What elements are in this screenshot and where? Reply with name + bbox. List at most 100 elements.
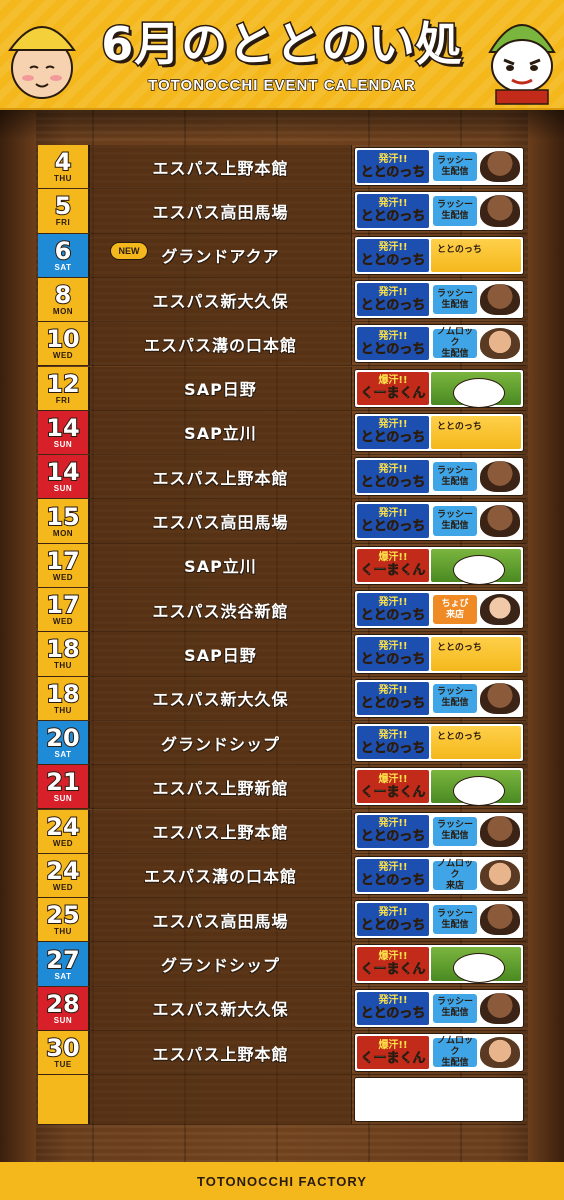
day-of-week: TUE bbox=[54, 1060, 72, 1070]
event-banner[interactable]: 発汗!! ととのっち ラッシー 生配信 bbox=[354, 279, 524, 320]
venue-name: グランドシップ bbox=[160, 734, 280, 754]
totonocchi-logo: 発汗!! ととのっち bbox=[357, 460, 429, 494]
logo-main-text: ととのっち bbox=[360, 696, 426, 712]
venue-name: エスパス新大久保 bbox=[152, 291, 289, 311]
logo-top-text: 爆汗!! bbox=[378, 951, 408, 963]
event-banner[interactable]: 発汗!! ととのっち ラッシー 生配信 bbox=[354, 678, 524, 718]
event-banner[interactable]: 発汗!! ととのっち ととのっち bbox=[354, 235, 524, 275]
date-cell: 18 THU bbox=[38, 676, 90, 720]
date-number: 14 bbox=[45, 458, 80, 487]
venue-cell: エスパス上野本館 bbox=[90, 809, 352, 853]
event-banner[interactable]: 爆汗!! くーまくん bbox=[354, 944, 524, 984]
date-number: 8 bbox=[54, 281, 73, 310]
date-number: 18 bbox=[45, 679, 80, 708]
streamer-label: ちょび 来店 bbox=[433, 595, 477, 625]
day-of-week: SUN bbox=[53, 484, 73, 494]
totonocchi-logo: 発汗!! ととのっち bbox=[357, 593, 429, 627]
logo-top-text: 発汗!! bbox=[378, 153, 408, 165]
date-number: 6 bbox=[54, 236, 73, 265]
event-banner[interactable]: 発汗!! ととのっち ラッシー 生配信 bbox=[354, 811, 524, 851]
venue-cell: エスパス新大久保 bbox=[90, 277, 352, 322]
event-row: 14 SUN エスパス上野本館 発汗!! ととのっち ラッシー 生配信 bbox=[38, 455, 526, 500]
event-banner[interactable]: 発汗!! ととのっち ラッシー 生配信 bbox=[354, 191, 524, 231]
totonocchi-logo: 発汗!! ととのっち bbox=[357, 681, 429, 715]
logo-top-text: 発汗!! bbox=[378, 995, 408, 1007]
totonocchi-logo: 発汗!! ととのっち bbox=[357, 991, 429, 1025]
event-banner[interactable]: 発汗!! ととのっち ノムロック 来店 bbox=[354, 855, 524, 896]
event-banner[interactable]: 発汗!! ととのっち ととのっち bbox=[354, 412, 524, 453]
event-banner[interactable]: 爆汗!! くーまくん bbox=[354, 545, 524, 585]
date-number: 5 bbox=[54, 192, 73, 221]
event-banner[interactable]: 発汗!! ととのっち ととのっち bbox=[354, 722, 524, 763]
streamer-label-line: 生配信 bbox=[441, 349, 469, 360]
date-number: 4 bbox=[54, 148, 73, 177]
streamer-label-line: 生配信 bbox=[441, 831, 469, 842]
date-number: 18 bbox=[45, 635, 80, 664]
person-avatar-icon bbox=[480, 195, 520, 227]
day-of-week: WED bbox=[52, 838, 74, 848]
venue-cell: エスパス渋谷新館 bbox=[90, 588, 352, 632]
logo-main-text: ととのっち bbox=[360, 607, 426, 623]
streamer-label-line: 生配信 bbox=[441, 919, 469, 930]
event-row: 5 FRI エスパス高田馬場 発汗!! ととのっち ラッシー 生配信 bbox=[38, 189, 526, 234]
logo-main-text: ととのっち bbox=[360, 253, 426, 269]
totonocchi-logo: 発汗!! ととのっち bbox=[357, 282, 429, 317]
totonocchi-logo: 発汗!! ととのっち bbox=[357, 725, 429, 760]
logo-main-text: くーまくん bbox=[360, 386, 426, 402]
empty-banner-cell bbox=[354, 1077, 524, 1123]
streamer-label-line: 来店 bbox=[445, 880, 464, 891]
date-number: 25 bbox=[45, 901, 80, 930]
date-cell: 5 FRI bbox=[38, 189, 90, 233]
date-number: 17 bbox=[45, 546, 80, 575]
logo-top-text: 発汗!! bbox=[378, 286, 408, 298]
date-cell: 6 SAT bbox=[38, 233, 90, 277]
event-row: 28 SUN エスパス新大久保 発汗!! ととのっち ラッシー 生配信 bbox=[38, 986, 526, 1031]
kumakun-logo: 爆汗!! くーまくん bbox=[357, 770, 429, 804]
date-number: 27 bbox=[45, 945, 80, 974]
person-avatar-icon bbox=[480, 992, 520, 1024]
venue-name: エスパス高田馬場 bbox=[152, 911, 289, 931]
streamer-label-line: ラッシー bbox=[436, 288, 473, 299]
kumakun-face-icon bbox=[431, 371, 521, 407]
streamer-label: ラッシー 生配信 bbox=[433, 816, 477, 846]
footer: TOTONOCCHI FACTORY bbox=[0, 1162, 564, 1200]
event-row: 12 FRI SAP日野 爆汗!! くーまくん bbox=[38, 366, 526, 411]
date-cell: 14 SUN bbox=[38, 410, 90, 455]
venue-name: エスパス上野本館 bbox=[152, 823, 289, 843]
logo-main-text: くーまくん bbox=[360, 1050, 426, 1066]
date-cell: 25 THU bbox=[38, 898, 90, 942]
streamer-label-line: 生配信 bbox=[441, 476, 469, 487]
day-of-week: MON bbox=[52, 307, 74, 317]
date-cell: 15 MON bbox=[38, 499, 90, 543]
event-banner[interactable]: 爆汗!! くーまくん bbox=[354, 368, 524, 408]
event-banner[interactable]: 発汗!! ととのっち ラッシー 生配信 bbox=[354, 988, 524, 1028]
totonocchi-logo: 発汗!! ととのっち bbox=[357, 858, 429, 893]
logo-top-text: 発汗!! bbox=[378, 818, 408, 830]
streamer-label: ラッシー 生配信 bbox=[433, 152, 477, 182]
event-banner[interactable]: 発汗!! ととのっち ラッシー 生配信 bbox=[354, 900, 524, 940]
streamer-label-line: 生配信 bbox=[441, 210, 469, 221]
event-banner[interactable]: 発汗!! ととのっち ととのっち bbox=[354, 634, 524, 674]
event-banner[interactable]: 発汗!! ととのっち ラッシー 生配信 bbox=[354, 147, 524, 187]
date-cell: 21 SUN bbox=[38, 765, 90, 809]
empty-row bbox=[38, 1075, 526, 1126]
streamer-label-line: ラッシー bbox=[436, 687, 473, 698]
kumakun-logo: 爆汗!! くーまくん bbox=[357, 548, 429, 582]
event-row: 6 SAT NEW グランドアクア 発汗!! ととのっち ととのっち bbox=[38, 233, 526, 278]
event-banner[interactable]: 発汗!! ととのっち ラッシー 生配信 bbox=[354, 501, 524, 541]
day-of-week: THU bbox=[54, 174, 72, 184]
logo-main-text: ととのっち bbox=[360, 829, 426, 845]
event-row: 8 MON エスパス新大久保 発汗!! ととのっち ラッシー 生配信 bbox=[38, 277, 526, 323]
venue-cell: グランドシップ bbox=[90, 942, 352, 986]
event-banner[interactable]: 発汗!! ととのっち ノムロック 生配信 bbox=[354, 324, 524, 364]
streamer-label-line: ラッシー bbox=[436, 820, 473, 831]
venue-name: SAP立川 bbox=[184, 557, 257, 577]
event-banner[interactable]: 爆汗!! くーまくん ノムロック 生配信 bbox=[354, 1033, 524, 1073]
event-banner[interactable]: 発汗!! ととのっち ちょび 来店 bbox=[354, 590, 524, 630]
event-banner[interactable]: 爆汗!! くーまくん bbox=[354, 767, 524, 807]
venue-cell: エスパス高田馬場 bbox=[90, 499, 352, 543]
event-banner[interactable]: 発汗!! ととのっち ラッシー 生配信 bbox=[354, 457, 524, 497]
streamer-label: ノムロック 生配信 bbox=[433, 1036, 477, 1068]
glasses-avatar-icon bbox=[480, 1037, 520, 1069]
logo-top-text: 発汗!! bbox=[378, 242, 408, 254]
